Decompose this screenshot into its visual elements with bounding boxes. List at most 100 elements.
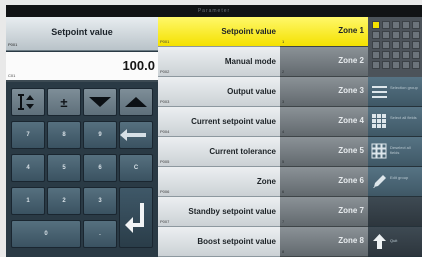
grid-cell bbox=[372, 41, 380, 49]
selection-group-button[interactable]: Selection group bbox=[368, 77, 422, 107]
numeric-keypad: ± 7 8 9 4 5 6 C 1 2 3 0 . bbox=[11, 88, 157, 253]
setpoint-value-field[interactable]: 100.0 C01 bbox=[6, 52, 158, 82]
grid-cell bbox=[402, 41, 410, 49]
grid-cell bbox=[402, 61, 410, 69]
key-8[interactable]: 8 bbox=[47, 121, 81, 149]
clear-button[interactable]: C bbox=[119, 154, 153, 182]
grid-cell bbox=[372, 61, 380, 69]
zone-item-5[interactable]: Zone 5 5 bbox=[280, 137, 368, 167]
param-current-setpoint-value[interactable]: Current setpoint value P004 bbox=[158, 107, 280, 137]
hmi-screen: Parameter Setpoint value P001 100.0 C01 … bbox=[6, 5, 422, 257]
keypad-panel: Setpoint value P001 100.0 C01 ± 7 8 9 4 … bbox=[6, 17, 158, 257]
param-code: P002 bbox=[160, 69, 170, 74]
param-code: P006 bbox=[160, 189, 170, 194]
key-2[interactable]: 2 bbox=[47, 187, 81, 215]
parameter-list: Setpoint value P001 Manual mode P002 Out… bbox=[158, 17, 280, 257]
zone-number: 5 bbox=[282, 159, 285, 164]
up-arrow-icon bbox=[373, 234, 386, 249]
grid-cell bbox=[392, 61, 400, 69]
setpoint-header: Setpoint value P001 bbox=[6, 17, 158, 51]
zone-item-8[interactable]: Zone 8 8 bbox=[280, 227, 368, 257]
setpoint-title: Setpoint value bbox=[51, 27, 113, 37]
zone-item-2[interactable]: Zone 2 2 bbox=[280, 47, 368, 77]
cursor-icon bbox=[18, 94, 34, 110]
grid-cell bbox=[372, 21, 380, 29]
zone-label: Zone 5 bbox=[338, 146, 364, 155]
param-manual-mode[interactable]: Manual mode P002 bbox=[158, 47, 280, 77]
param-output-value[interactable]: Output value P003 bbox=[158, 77, 280, 107]
quit-button[interactable]: Quit bbox=[368, 227, 422, 257]
zone-item-4[interactable]: Zone 4 4 bbox=[280, 107, 368, 137]
button-label: Edit group bbox=[390, 175, 409, 180]
key-4[interactable]: 4 bbox=[11, 154, 45, 182]
param-label: Manual mode bbox=[224, 57, 276, 66]
grid-cell bbox=[392, 41, 400, 49]
screen-title: Parameter bbox=[6, 5, 422, 17]
setpoint-value-code: C01 bbox=[8, 73, 16, 78]
param-standby-setpoint-value[interactable]: Standby setpoint value P007 bbox=[158, 197, 280, 227]
param-code: P007 bbox=[160, 219, 170, 224]
grid-cell bbox=[382, 51, 390, 59]
button-label: Selection group bbox=[390, 85, 418, 90]
grid-cell bbox=[402, 31, 410, 39]
edit-group-button[interactable]: Edit group bbox=[368, 167, 422, 197]
grid-cell bbox=[392, 21, 400, 29]
param-label: Zone bbox=[256, 177, 276, 186]
grid-cell bbox=[372, 51, 380, 59]
zone-number: 6 bbox=[282, 189, 285, 194]
key-0[interactable]: 0 bbox=[11, 220, 81, 248]
zone-label: Zone 6 bbox=[338, 176, 364, 185]
grid-deselect-icon bbox=[371, 143, 387, 159]
plus-minus-button[interactable]: ± bbox=[47, 88, 81, 116]
key-6[interactable]: 6 bbox=[83, 154, 117, 182]
grid-cell bbox=[402, 21, 410, 29]
setpoint-value: 100.0 bbox=[122, 58, 155, 73]
up-arrow-button[interactable] bbox=[119, 88, 153, 116]
param-boost-setpoint-value[interactable]: Boost setpoint value bbox=[158, 227, 280, 257]
cursor-mode-button[interactable] bbox=[11, 88, 45, 116]
grid-select-icon bbox=[372, 114, 386, 128]
key-7[interactable]: 7 bbox=[11, 121, 45, 149]
grid-cell bbox=[382, 61, 390, 69]
button-label: Select all fields bbox=[390, 115, 417, 120]
grid-cell bbox=[412, 61, 420, 69]
enter-button[interactable] bbox=[119, 187, 153, 248]
grid-cell bbox=[392, 51, 400, 59]
decimal-point-button[interactable]: . bbox=[83, 220, 117, 248]
param-setpoint-value[interactable]: Setpoint value P001 bbox=[158, 17, 280, 47]
grid-cell bbox=[382, 41, 390, 49]
grid-cell bbox=[412, 21, 420, 29]
backspace-button[interactable] bbox=[119, 121, 153, 149]
zone-number: 7 bbox=[282, 219, 285, 224]
zone-item-3[interactable]: Zone 3 3 bbox=[280, 77, 368, 107]
down-arrow-button[interactable] bbox=[83, 88, 117, 116]
param-zone[interactable]: Zone P006 bbox=[158, 167, 280, 197]
zone-label: Zone 3 bbox=[338, 86, 364, 95]
zone-number: 3 bbox=[282, 99, 285, 104]
key-5[interactable]: 5 bbox=[47, 154, 81, 182]
list-icon bbox=[372, 86, 387, 98]
key-1[interactable]: 1 bbox=[11, 187, 45, 215]
zone-item-6[interactable]: Zone 6 6 bbox=[280, 167, 368, 197]
select-all-fields-button[interactable]: Select all fields bbox=[368, 107, 422, 137]
zone-grid[interactable] bbox=[368, 17, 422, 77]
zone-label: Zone 7 bbox=[338, 206, 364, 215]
down-arrow-icon bbox=[89, 97, 111, 107]
group-panel: Selection group Select all fields Desele… bbox=[368, 17, 422, 257]
param-label: Output value bbox=[227, 87, 276, 96]
zone-number: 1 bbox=[282, 39, 285, 44]
zone-item-1[interactable]: Zone 1 1 bbox=[280, 17, 368, 47]
key-3[interactable]: 3 bbox=[83, 187, 117, 215]
deselect-all-fields-button[interactable]: Deselect all fields bbox=[368, 137, 422, 167]
zone-item-7[interactable]: Zone 7 7 bbox=[280, 197, 368, 227]
button-label: Deselect all fields bbox=[390, 145, 411, 155]
up-arrow-icon bbox=[125, 97, 147, 107]
param-code: P005 bbox=[160, 159, 170, 164]
param-current-tolerance[interactable]: Current tolerance P005 bbox=[158, 137, 280, 167]
setpoint-code: P001 bbox=[8, 42, 18, 47]
zone-label: Zone 8 bbox=[338, 236, 364, 245]
backspace-icon bbox=[120, 129, 146, 141]
key-9[interactable]: 9 bbox=[83, 121, 117, 149]
zone-number: 2 bbox=[282, 69, 285, 74]
zone-number: 4 bbox=[282, 129, 285, 134]
